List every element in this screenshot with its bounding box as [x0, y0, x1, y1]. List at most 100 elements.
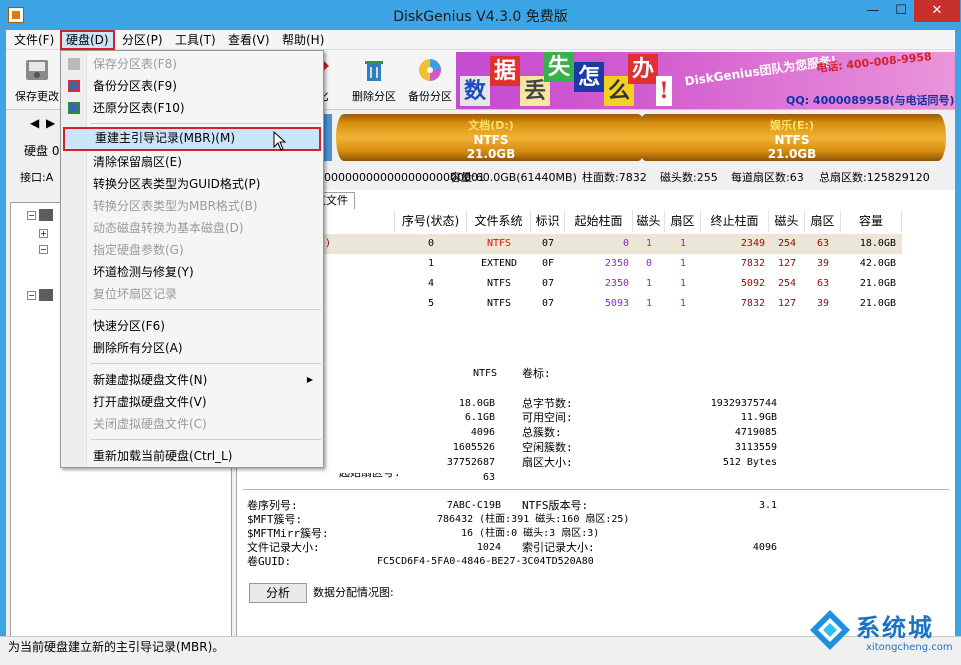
cell-end-head: 254 — [777, 278, 797, 289]
cell-start-head: 1 — [645, 238, 653, 249]
promo-banner[interactable]: 数 据 丢 失 怎 么 办 ! DiskGenius团队为您服务! 电话: 40… — [456, 52, 955, 109]
menu-partition[interactable]: 分区(P) — [118, 30, 167, 50]
cell-id: 07 — [541, 278, 555, 289]
watermark-logo: 系统城 xitongcheng.com — [808, 602, 961, 662]
menu-quick-partition[interactable]: 快速分区(F6) — [63, 315, 321, 337]
cell-id: 0F — [541, 258, 555, 269]
menu-convert-to-mbr[interactable]: 转换分区表类型为MBR格式(B) — [63, 195, 321, 217]
detail-file-record-value: 1024 — [476, 542, 501, 553]
partition-e-fs: NTFS — [774, 133, 810, 147]
detail-truncated-label: 起始扇区号: — [339, 473, 401, 479]
menu-tools[interactable]: 工具(T) — [171, 30, 220, 50]
trash-icon — [365, 61, 383, 81]
menu-reset-bad-sector-log[interactable]: 复位坏扇区记录 — [63, 283, 321, 305]
nav-left-arrow-icon[interactable]: ◀ — [30, 116, 39, 130]
column-header: 容量 — [841, 210, 902, 232]
menu-label: 新建虚拟硬盘文件(N) — [93, 373, 208, 387]
tree-expand-icon[interactable]: + — [39, 229, 48, 238]
banner-tile: 失 — [544, 52, 574, 82]
menu-open-virtual-disk[interactable]: 打开虚拟硬盘文件(V) — [63, 391, 321, 413]
title-bar: DiskGenius V4.3.0 免费版 — ☐ ✕ — [0, 0, 961, 30]
cell-end-cyl: 7832 — [740, 258, 765, 269]
menu-label: 还原分区表(F10) — [93, 101, 185, 115]
detail-left-value: 37752687 — [446, 457, 495, 468]
banner-slogan: DiskGenius团队为您服务! — [683, 53, 838, 89]
menu-separator — [91, 309, 321, 310]
cell-end-cyl: 7832 — [740, 298, 765, 309]
cell-end-sector: 63 — [816, 278, 830, 289]
column-header: 终止柱面 — [701, 210, 769, 232]
detail-right-value: 512 Bytes — [722, 457, 777, 468]
cell-fs: NTFS — [486, 298, 512, 309]
detail-index-record-label: 索引记录大小: — [522, 541, 595, 554]
menu-dynamic-to-basic[interactable]: 动态磁盘转换为基本磁盘(D) — [63, 217, 321, 239]
partition-e-bar[interactable]: 娱乐(E:) NTFS 21.0GB — [638, 114, 946, 161]
partition-e-name: 娱乐(E:) — [770, 119, 814, 132]
menu-clear-reserved-sectors[interactable]: 清除保留扇区(E) — [63, 151, 321, 173]
cell-start-cyl: 2350 — [604, 258, 629, 269]
maximize-button[interactable]: ☐ — [888, 0, 914, 22]
menu-restore-partition-table[interactable]: 还原分区表(F10) — [63, 97, 321, 119]
menu-backup-partition-table[interactable]: 备份分区表(F9) — [63, 75, 321, 97]
minimize-button[interactable]: — — [858, 0, 888, 22]
menu-close-virtual-disk[interactable]: 关闭虚拟硬盘文件(C) — [63, 413, 321, 435]
detail-right-value: 11.9GB — [740, 412, 777, 423]
detail-right-value: 4719085 — [734, 427, 777, 438]
table-row[interactable]: E:) 5 NTFS 07 5093 1 1 7832 127 39 21.0G… — [237, 294, 902, 314]
column-header: 磁头 — [769, 210, 805, 232]
backup-disc-icon — [419, 59, 441, 81]
table-row[interactable]: 1 EXTEND 0F 2350 0 1 7832 127 39 42.0GB — [237, 254, 902, 274]
tree-collapse-icon[interactable]: − — [27, 291, 36, 300]
table-row[interactable]: (C:) 0 NTFS 07 0 1 1 2349 254 63 18.0GB — [237, 234, 902, 254]
disk-total-sectors: 总扇区数:125829120 — [819, 171, 930, 184]
menu-label: 复位坏扇区记录 — [93, 287, 178, 301]
menu-convert-to-guid[interactable]: 转换分区表类型为GUID格式(P) — [63, 173, 321, 195]
menu-view[interactable]: 查看(V) — [224, 30, 274, 50]
menu-delete-all-partitions[interactable]: 删除所有分区(A) — [63, 337, 321, 359]
nav-right-arrow-icon[interactable]: ▶ — [46, 116, 55, 130]
menu-separator — [91, 123, 321, 124]
column-header: 序号(状态) — [395, 210, 467, 232]
menu-rebuild-mbr[interactable]: 重建主引导记录(MBR)(M) — [63, 127, 321, 151]
column-header: 扇区 — [665, 210, 701, 232]
partition-c-bar[interactable] — [324, 114, 332, 161]
banner-qq: QQ: 4000089958(与电话同号) — [786, 94, 955, 107]
menu-label: 备份分区表(F9) — [93, 79, 177, 93]
cell-end-sector: 63 — [816, 238, 830, 249]
menu-help[interactable]: 帮助(H) — [278, 30, 328, 50]
detail-right-label: 总字节数: — [522, 397, 573, 410]
close-button[interactable]: ✕ — [914, 0, 960, 22]
partition-d-bar[interactable]: 文档(D:) NTFS 21.0GB — [336, 114, 646, 161]
detail-right-label: 扇区大小: — [522, 456, 573, 469]
backup-partition-button[interactable]: 备份分区 — [402, 54, 458, 106]
cell-start-cyl: 5093 — [604, 298, 629, 309]
detail-guid-label: 卷GUID: — [247, 555, 292, 568]
menu-separator — [91, 439, 321, 440]
watermark-brand: 系统城 — [856, 614, 934, 642]
menu-save-partition-table[interactable]: 保存分区表(F8) — [63, 53, 321, 75]
cell-end-sector: 39 — [816, 258, 830, 269]
cell-start-head: 0 — [645, 258, 653, 269]
delete-partition-button[interactable]: 删除分区 — [346, 54, 402, 106]
menu-specify-disk-params[interactable]: 指定硬盘参数(G) — [63, 239, 321, 261]
cell-fs: EXTEND — [480, 258, 518, 269]
detail-left-value: 18.0GB — [458, 398, 495, 409]
cell-start-cyl: 2350 — [604, 278, 629, 289]
menu-label: 关闭虚拟硬盘文件(C) — [93, 417, 207, 431]
menu-file[interactable]: 文件(F) — [10, 30, 58, 50]
analyze-button[interactable]: 分析 — [249, 583, 307, 603]
menu-disk[interactable]: 硬盘(D) — [60, 30, 115, 50]
tree-collapse-icon[interactable]: − — [27, 211, 36, 220]
menu-reload-disk[interactable]: 重新加载当前硬盘(Ctrl_L) — [63, 445, 321, 467]
column-header: 磁头 — [633, 210, 665, 232]
detail-fs: NTFS — [473, 368, 498, 379]
cell-start-head: 1 — [645, 278, 653, 289]
table-row[interactable]: D:) 4 NTFS 07 2350 1 1 5092 254 63 21.0G… — [237, 274, 902, 294]
column-header: 起始柱面 — [565, 210, 633, 232]
tree-collapse-icon[interactable]: − — [39, 245, 48, 254]
partition-d-name: 文档(D:) — [468, 119, 514, 132]
save-changes-button[interactable]: 保存更改 — [12, 54, 62, 106]
menu-bad-sector-check[interactable]: 坏道检测与修复(Y) — [63, 261, 321, 283]
menu-label: 清除保留扇区(E) — [93, 155, 182, 169]
menu-new-virtual-disk[interactable]: 新建虚拟硬盘文件(N) ▶ — [63, 369, 321, 391]
